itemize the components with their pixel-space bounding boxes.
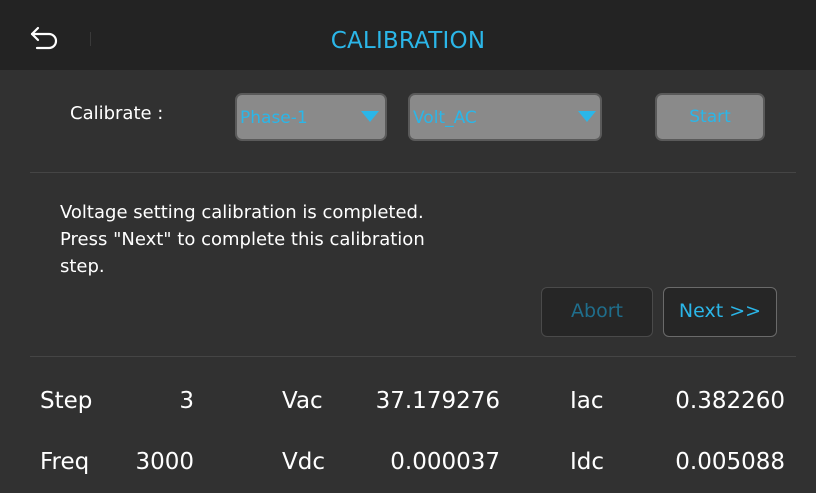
- phase-dropdown[interactable]: Phase-1: [235, 93, 387, 141]
- iac-label: Iac: [570, 388, 604, 414]
- idc-label: Idc: [570, 449, 605, 475]
- divider-bottom: [30, 356, 796, 357]
- start-button[interactable]: Start: [655, 93, 765, 141]
- status-message: Voltage setting calibration is completed…: [60, 199, 480, 280]
- mode-dropdown-value: Volt_AC: [413, 108, 477, 128]
- vac-value: 37.179276: [375, 388, 500, 414]
- iac-value: 0.382260: [675, 388, 785, 414]
- freq-value: 3000: [135, 449, 194, 475]
- page-title: CALIBRATION: [330, 28, 486, 54]
- vdc-value: 0.000037: [390, 449, 500, 475]
- vac-label: Vac: [282, 388, 323, 414]
- status-message-line: Voltage setting calibration is completed…: [60, 202, 424, 223]
- freq-label: Freq: [40, 449, 90, 475]
- chevron-down-icon: [361, 111, 379, 122]
- title-bar: CALIBRATION: [0, 0, 816, 70]
- chevron-down-icon: [578, 111, 596, 122]
- abort-button[interactable]: Abort: [541, 287, 653, 337]
- divider-top: [30, 172, 796, 173]
- mode-dropdown[interactable]: Volt_AC: [408, 93, 602, 141]
- status-message-line: step.: [60, 256, 105, 277]
- calibrate-label: Calibrate :: [70, 103, 164, 124]
- idc-value: 0.005088: [675, 449, 785, 475]
- next-button[interactable]: Next >>: [663, 287, 777, 337]
- status-message-line: Press "Next" to complete this calibratio…: [60, 229, 425, 250]
- vdc-label: Vdc: [282, 449, 325, 475]
- step-label: Step: [40, 388, 93, 414]
- step-value: 3: [179, 388, 194, 414]
- phase-dropdown-value: Phase-1: [240, 108, 308, 128]
